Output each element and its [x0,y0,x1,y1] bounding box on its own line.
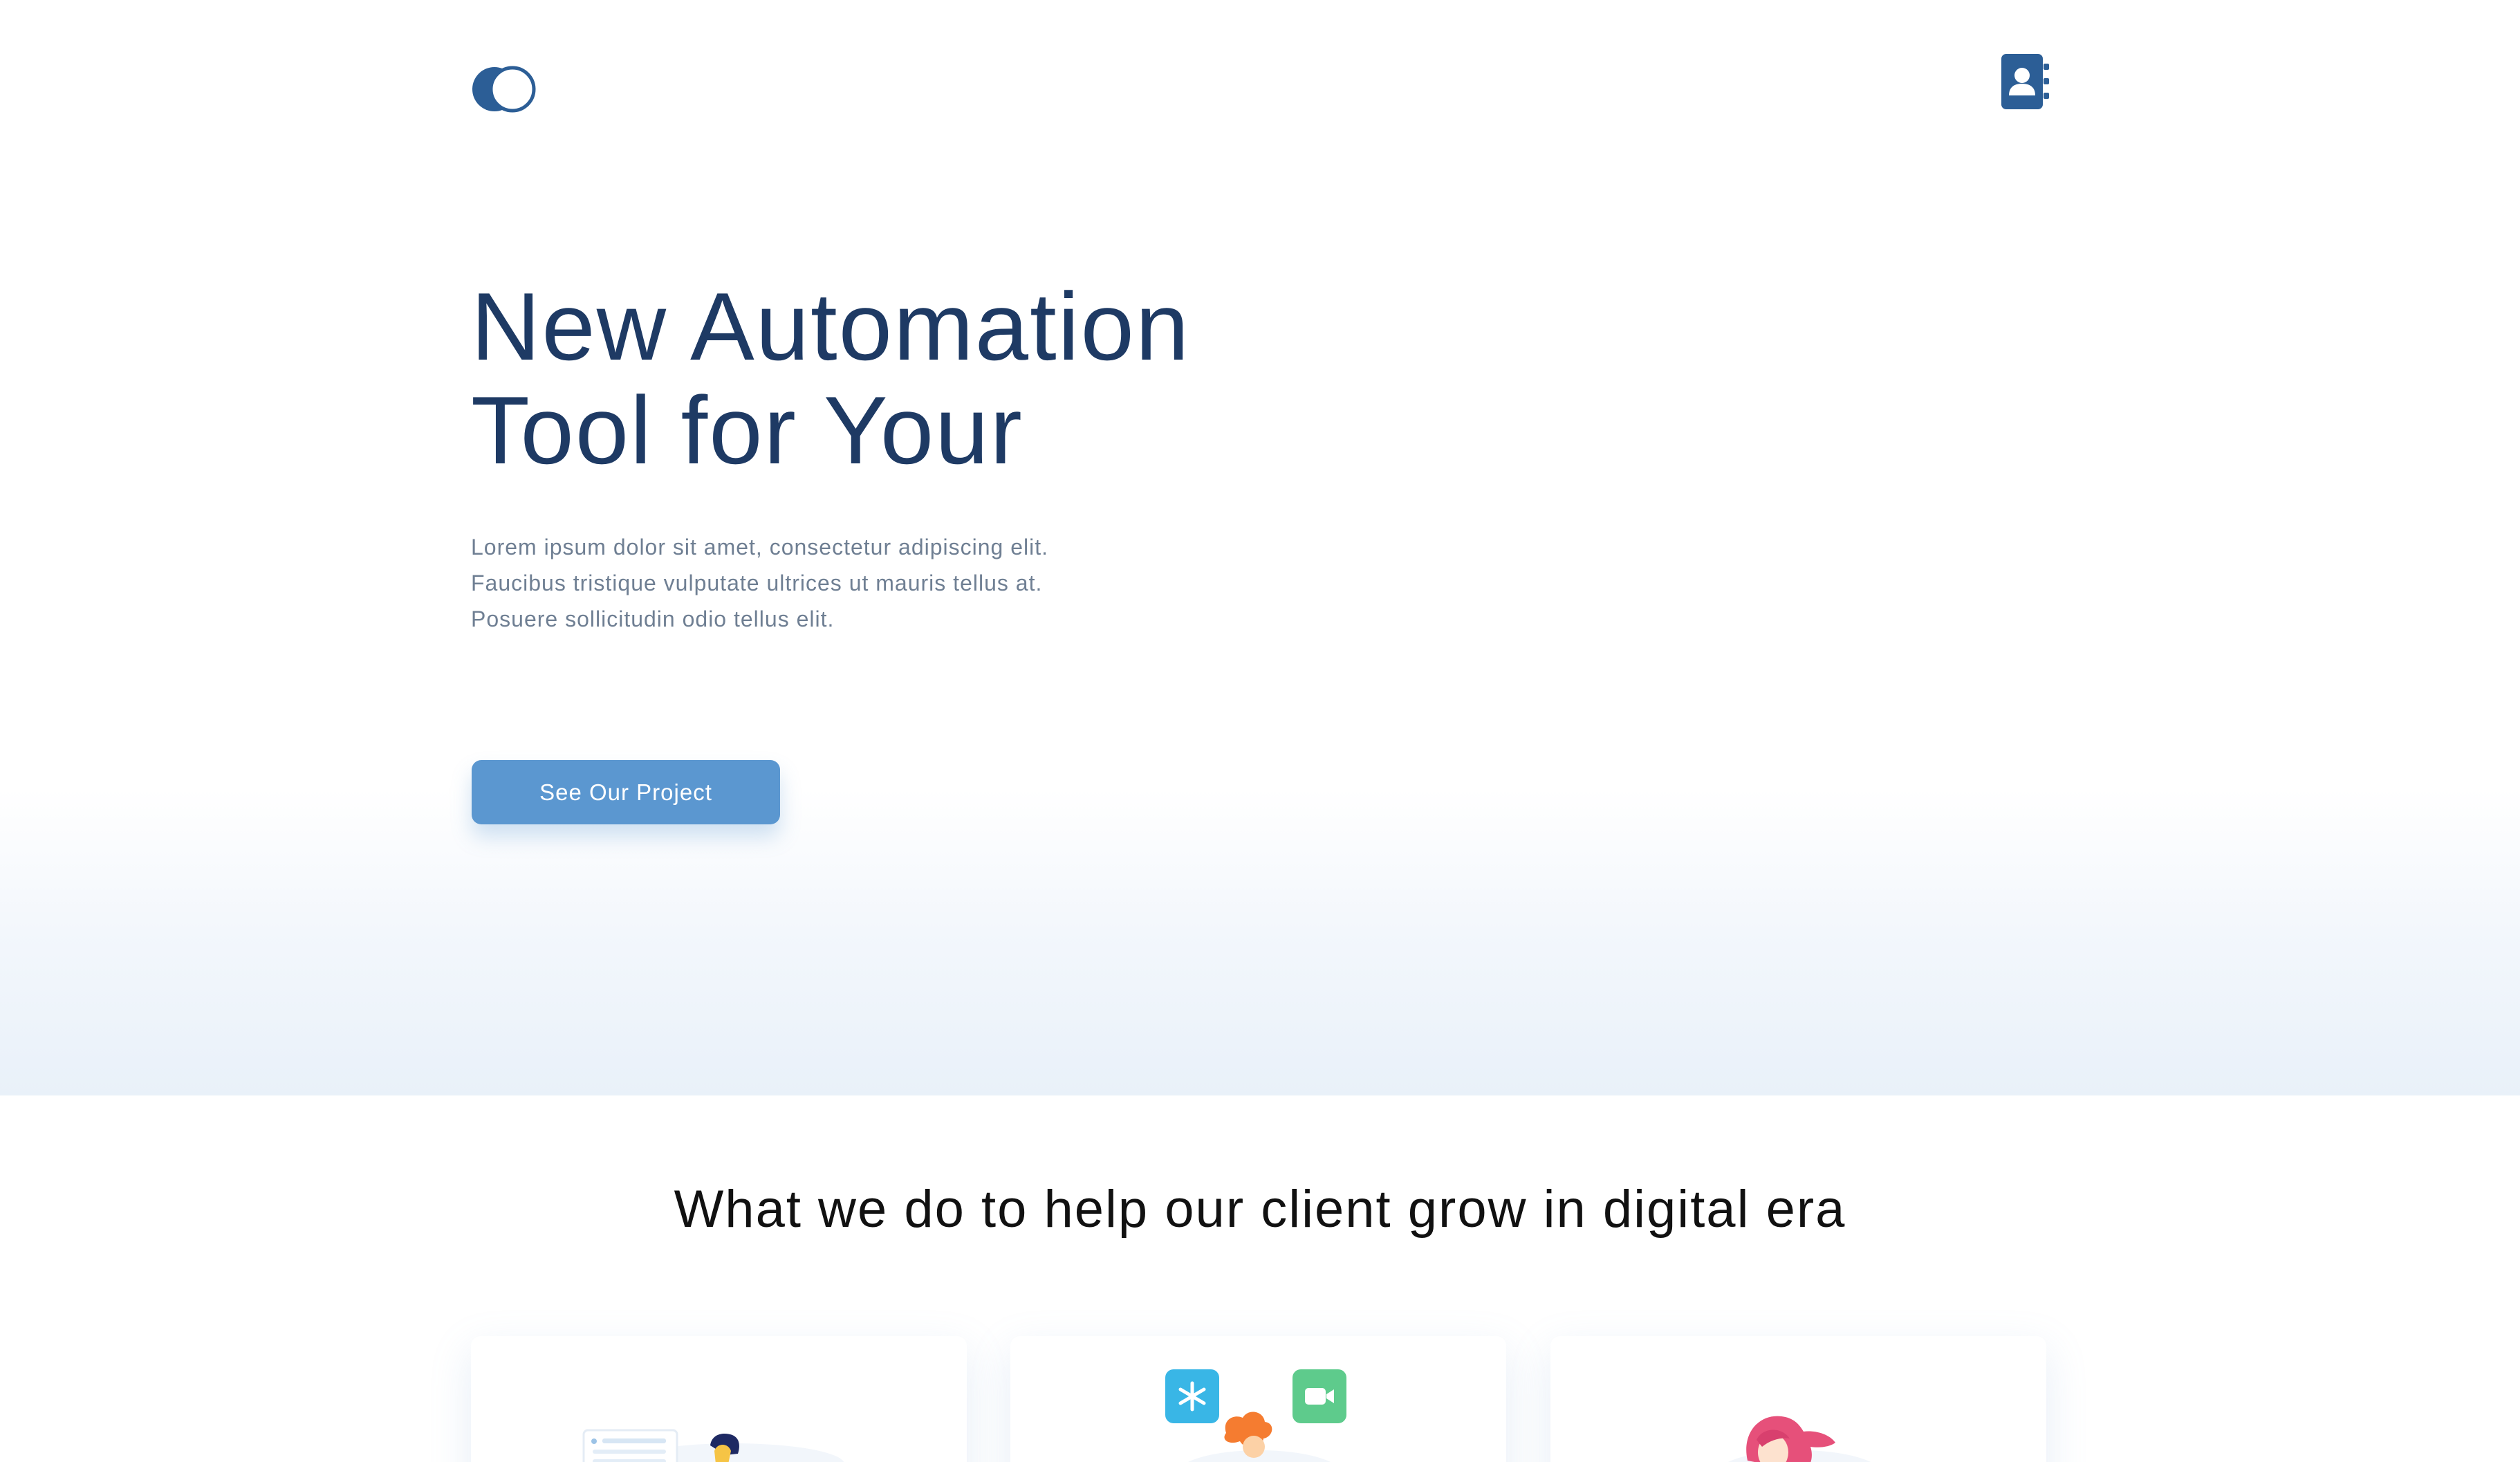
document-person-illustration [582,1429,844,1462]
address-book-icon[interactable] [2000,54,2050,109]
services-section-title: What we do to help our client grow in di… [674,1180,1846,1239]
snowflake-app-icon [1165,1369,1219,1423]
hero-section: New Automation Tool for Your Lorem ipsum… [0,0,2520,1095]
chat-apps-illustration [1188,1412,1331,1462]
hero-description: Lorem ipsum dolor sit amet, consectetur … [471,535,1049,631]
toggle-circles-logo[interactable] [471,66,536,113]
video-camera-app-icon [1293,1369,1346,1423]
hero-title: New Automation Tool for Your [471,275,1370,483]
see-our-project-button[interactable]: See Our Project [472,760,780,824]
woman-pink-hair-illustration [1728,1416,1871,1462]
service-card-3[interactable] [1550,1336,2046,1462]
service-card-2[interactable] [1010,1336,1506,1462]
service-card-1[interactable] [471,1336,967,1462]
hero-title-line-2: Tool for Your [471,377,1023,484]
hero-title-line-1: New Automation [471,273,1191,380]
